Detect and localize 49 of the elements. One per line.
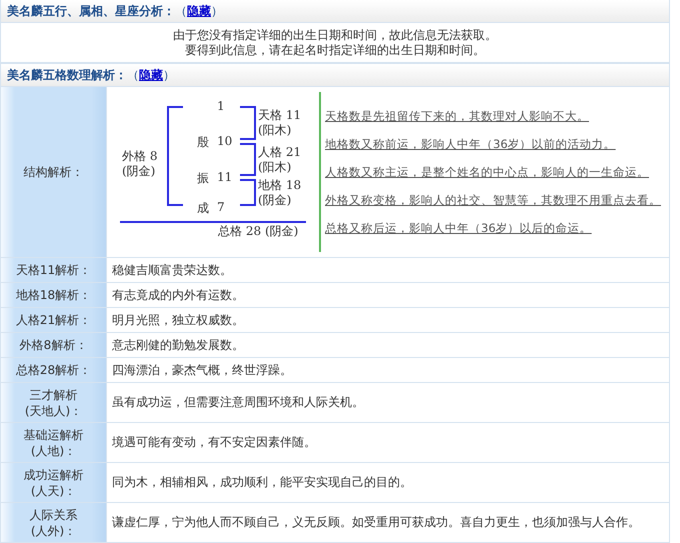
- analysis-text: 有志竟成的内外有运数。: [112, 286, 244, 304]
- analysis-text: 明月光照，独立权威数。: [112, 312, 244, 328]
- note-text: 天格数是先祖留传下来的，其数理对人影响不大。: [325, 108, 589, 124]
- section-title: 美名麟五行、属相、星座分析：: [7, 2, 175, 20]
- analysis-text: 境遇可能有变动，有不安定因素伴随。: [112, 434, 316, 451]
- note-text: 人格数又称主运，是整个姓名的中心点，影响人的一生命运。: [325, 164, 649, 180]
- stroke-count: 1: [217, 99, 225, 113]
- grid-label: 人格 21 (阳木): [258, 145, 302, 175]
- analysis-text: 谦虚仁厚，宁为他人而不顾自己，义无反顾。如受重用可获成功。喜自力更生，也须加强与人合作。: [112, 514, 640, 531]
- name-char: 成: [197, 200, 209, 217]
- grid-label: 外格 8 (阴金): [122, 149, 158, 179]
- row-label: 外格8解析：: [1, 333, 107, 357]
- hide-link[interactable]: 隐藏: [139, 66, 163, 84]
- grid-label: 天格 11 (阳木): [258, 108, 302, 138]
- analysis-text: 同为木，相辅相风，成功顺利，能平安实现自己的目的。: [112, 474, 412, 491]
- info-message: 由于您没有指定详细的出生日期和时间，故此信息无法获取。: [173, 28, 497, 42]
- stroke-count: 11: [217, 170, 232, 186]
- note-text: 地格数又称前运，影响人中年（36岁）以前的活动力。: [325, 136, 616, 152]
- info-message: 要得到此信息，请在起名时指定详细的出生日期和时间。: [185, 42, 485, 58]
- bracket-line: [240, 179, 256, 206]
- note-text: 总格又称后运，影响人中年（36岁）以后的命运。: [325, 220, 592, 236]
- analysis-text: 四海漂泊，豪杰气概，终世浮躁。: [112, 362, 292, 378]
- section-title: 美名麟五格数理解析：: [7, 66, 127, 84]
- row-label: 总格28解析：: [1, 358, 107, 382]
- paren: （: [127, 66, 139, 84]
- analysis-text: 虽有成功运，但需要注意周围环境和人际关机。: [112, 394, 364, 411]
- hide-link[interactable]: 隐藏: [187, 2, 211, 20]
- stroke-count: 7: [217, 200, 225, 216]
- stroke-count: 10: [217, 134, 232, 150]
- row-label: 成功运解析 (人天)：: [1, 463, 107, 502]
- row-label: 人格21解析：: [1, 308, 107, 332]
- row-label: 人际关系 (人外)：: [1, 503, 107, 542]
- row-label: 三才解析 (天地人)：: [1, 383, 107, 422]
- bracket-line: [240, 106, 256, 140]
- row-label: 天格11解析：: [1, 258, 107, 282]
- row-label: 基础运解析 (人地)：: [1, 423, 107, 462]
- analysis-text: 稳健吉顺富贵荣达数。: [112, 262, 232, 278]
- paren: （: [175, 2, 187, 20]
- note-text: 外格又称变格，影响人的社交、智慧等，其数理不用重点去看。: [325, 192, 661, 208]
- row-label: 结构解析：: [1, 87, 107, 257]
- bracket-line: [240, 143, 256, 176]
- grid-label: 总格 28 (阴金): [218, 224, 298, 239]
- grid-label: 地格 18 (阴金): [258, 178, 302, 208]
- name-char: 振: [197, 170, 209, 187]
- name-char: 殷: [197, 134, 209, 151]
- paren: ）: [211, 2, 223, 20]
- paren: ）: [163, 66, 175, 84]
- row-label: 地格18解析：: [1, 283, 107, 307]
- analysis-text: 意志刚健的勤勉发展数。: [112, 336, 244, 354]
